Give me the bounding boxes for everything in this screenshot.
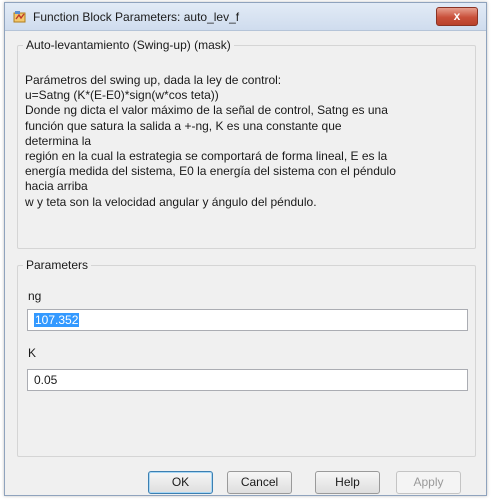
mask-group-title: Auto-levantamiento (Swing-up) (mask) (23, 38, 234, 52)
help-button[interactable]: Help (315, 471, 380, 494)
k-input[interactable]: 0.05 (27, 369, 468, 391)
k-value: 0.05 (34, 373, 58, 387)
k-label: K (28, 346, 37, 360)
simulink-app-icon (13, 11, 26, 23)
ok-button[interactable]: OK (148, 471, 213, 494)
close-icon: x (453, 9, 461, 23)
description-line: Donde ng dicta el valor máximo de la señ… (25, 103, 388, 118)
title-bar[interactable]: Function Block Parameters: auto_lev_f x (5, 3, 486, 31)
description-line: Parámetros del swing up, dada la ley de … (25, 73, 282, 87)
ng-input[interactable]: 107.352 (27, 309, 468, 331)
apply-button[interactable]: Apply (396, 471, 461, 494)
description-line: determina la (25, 133, 92, 148)
description-line: hacia arriba (25, 179, 88, 194)
ng-value: 107.352 (34, 313, 80, 327)
description-line: w y teta son la velocidad angular y ángu… (25, 194, 317, 209)
dialog-client-area: Auto-levantamiento (Swing-up) (mask) Par… (11, 33, 480, 494)
ng-label: ng (28, 289, 42, 303)
mask-description: Parámetros del swing up, dada la ley de … (25, 73, 480, 210)
button-row: OK Cancel Help Apply (11, 471, 480, 494)
window-title: Function Block Parameters: auto_lev_f (33, 10, 240, 24)
close-button[interactable]: x (436, 7, 478, 26)
dialog-window: Function Block Parameters: auto_lev_f x … (4, 2, 487, 496)
description-line: energía medida del sistema, E0 la energí… (25, 164, 396, 179)
description-line: función que satura la salida a +-ng, K e… (25, 118, 342, 133)
parameters-group (17, 265, 476, 457)
description-line: u=Satng (K*(E-E0)*sign(w*cos teta)) (25, 88, 219, 103)
parameters-group-title: Parameters (23, 258, 92, 272)
cancel-button[interactable]: Cancel (227, 471, 292, 494)
description-line: región en la cual la estrategia se compo… (25, 149, 388, 164)
